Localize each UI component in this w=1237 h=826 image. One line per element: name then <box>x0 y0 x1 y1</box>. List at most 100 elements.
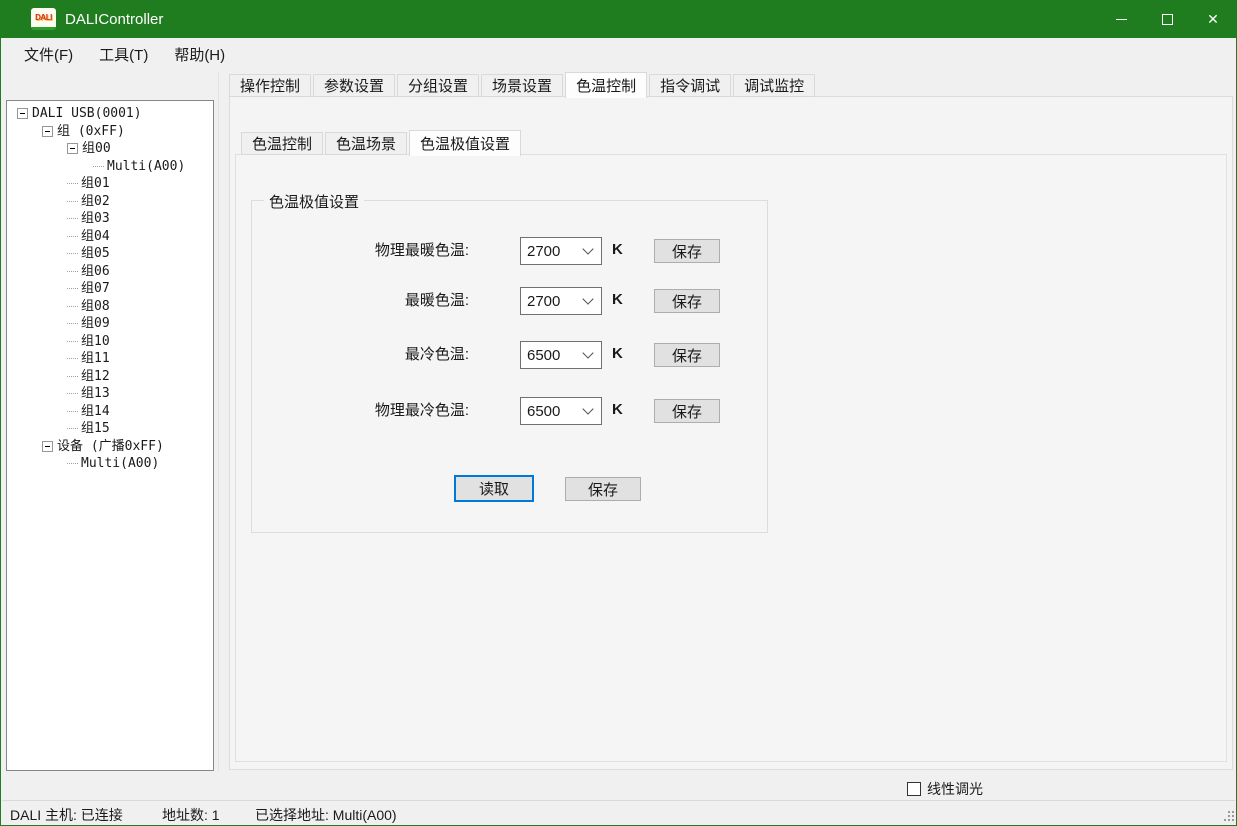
tree-branch-line <box>93 166 104 167</box>
close-icon: ✕ <box>1207 12 1219 26</box>
tree-branch-line <box>67 341 78 342</box>
resize-grip-icon[interactable] <box>1228 811 1230 813</box>
combo-value: 6500 <box>521 347 584 364</box>
chevron-down-icon <box>582 403 593 414</box>
tree-node-group12[interactable]: 组12 <box>7 368 213 386</box>
tree-branch-line <box>67 288 78 289</box>
tree-branch-line <box>67 428 78 429</box>
maximize-button[interactable] <box>1144 0 1190 38</box>
tree-branch-line <box>67 218 78 219</box>
tree-node-group11[interactable]: 组11 <box>7 350 213 368</box>
tree-branch-line <box>67 271 78 272</box>
tree-branch-line <box>67 393 78 394</box>
tree-node-group07[interactable]: 组07 <box>7 280 213 298</box>
subtab-ct-limits[interactable]: 色温极值设置 <box>409 130 521 156</box>
chevron-down-icon <box>582 243 593 254</box>
linear-dimming-group: 线性调光 <box>907 779 983 799</box>
tree-branch-line <box>67 463 78 464</box>
tree-node-root[interactable]: DALI USB(0001) <box>7 105 213 123</box>
collapse-icon[interactable] <box>67 143 78 154</box>
tree-branch-line <box>67 376 78 377</box>
coolest-combo[interactable]: 6500 <box>520 341 602 369</box>
save-button[interactable]: 保存 <box>654 399 720 423</box>
tree-node-group03[interactable]: 组03 <box>7 210 213 228</box>
app-icon: DALI <box>31 8 56 30</box>
physical-coolest-combo[interactable]: 6500 <box>520 397 602 425</box>
maximize-icon <box>1162 14 1173 25</box>
warmest-combo[interactable]: 2700 <box>520 287 602 315</box>
tree-node-group04[interactable]: 组04 <box>7 228 213 246</box>
unit-label: K <box>612 397 623 425</box>
save-button[interactable]: 保存 <box>654 239 720 263</box>
tree-branch-line <box>67 411 78 412</box>
menu-file[interactable]: 文件(F) <box>11 39 86 70</box>
tree-branch-line <box>67 358 78 359</box>
tree-branch-line <box>67 236 78 237</box>
read-button[interactable]: 读取 <box>454 475 534 502</box>
titlebar: DALI DALIController ✕ <box>1 0 1236 38</box>
tree-branch-line <box>67 306 78 307</box>
tab-grouping-settings[interactable]: 分组设置 <box>397 74 479 97</box>
menubar: 文件(F) 工具(T) 帮助(H) <box>2 38 1235 70</box>
tree-branch-line <box>67 183 78 184</box>
tree-node-device-multi[interactable]: Multi(A00) <box>7 455 213 473</box>
ct-limits-groupbox: 色温极值设置 物理最暖色温: 2700 K 保存 最暖色温: 2700 K 保存… <box>251 200 768 533</box>
tree-node-device-broadcast[interactable]: 设备 (广播0xFF) <box>7 438 213 456</box>
tab-operation-control[interactable]: 操作控制 <box>229 74 311 97</box>
main-tabstrip: 操作控制 参数设置 分组设置 场景设置 色温控制 指令调试 调试监控 <box>229 72 817 97</box>
menu-tools[interactable]: 工具(T) <box>86 39 161 70</box>
footer-strip: 线性调光 <box>2 771 1235 800</box>
tree-node-multi[interactable]: Multi(A00) <box>7 158 213 176</box>
save-button[interactable]: 保存 <box>654 343 720 367</box>
status-host-connection: DALI 主机: 已连接 <box>10 805 123 825</box>
linear-dimming-label: 线性调光 <box>927 779 983 799</box>
minimize-button[interactable] <box>1098 0 1144 38</box>
tree-node-group02[interactable]: 组02 <box>7 193 213 211</box>
tree-node-group13[interactable]: 组13 <box>7 385 213 403</box>
tree-node-group-parent[interactable]: 组 (0xFF) <box>7 123 213 141</box>
minimize-icon <box>1116 19 1127 20</box>
collapse-icon[interactable] <box>42 441 53 452</box>
menu-help[interactable]: 帮助(H) <box>161 39 238 70</box>
unit-label: K <box>612 287 623 315</box>
window-title: DALIController <box>65 0 163 38</box>
tree-node-group00[interactable]: 组00 <box>7 140 213 158</box>
tree-node-group14[interactable]: 组14 <box>7 403 213 421</box>
tree-branch-line <box>67 253 78 254</box>
tree-branch-line <box>67 201 78 202</box>
tree-node-group10[interactable]: 组10 <box>7 333 213 351</box>
tab-color-temperature-control[interactable]: 色温控制 <box>565 72 647 98</box>
groupbox-title: 色温极值设置 <box>264 191 364 212</box>
tree-node-group15[interactable]: 组15 <box>7 420 213 438</box>
tree-node-group05[interactable]: 组05 <box>7 245 213 263</box>
chevron-down-icon <box>582 347 593 358</box>
sub-tabstrip: 色温控制 色温场景 色温极值设置 <box>241 129 523 155</box>
subtab-ct-control[interactable]: 色温控制 <box>241 132 323 155</box>
statusbar: DALI 主机: 已连接 地址数: 1 已选择地址: Multi(A00) <box>2 800 1235 825</box>
tab-debug-monitor[interactable]: 调试监控 <box>733 74 815 97</box>
ct-row-physical-coolest: 物理最冷色温: 6500 K 保存 <box>252 397 767 425</box>
tree-node-group08[interactable]: 组08 <box>7 298 213 316</box>
ct-row-warmest: 最暖色温: 2700 K 保存 <box>252 287 767 315</box>
chevron-down-icon <box>582 293 593 304</box>
field-label: 物理最冷色温: <box>252 397 469 425</box>
tab-scene-settings[interactable]: 场景设置 <box>481 74 563 97</box>
collapse-icon[interactable] <box>42 126 53 137</box>
tree-node-group01[interactable]: 组01 <box>7 175 213 193</box>
physical-warmest-combo[interactable]: 2700 <box>520 237 602 265</box>
tab-parameter-settings[interactable]: 参数设置 <box>313 74 395 97</box>
device-tree: DALI USB(0001) 组 (0xFF) 组00 Multi(A00) 组… <box>6 100 214 771</box>
close-button[interactable]: ✕ <box>1190 0 1236 38</box>
save-all-button[interactable]: 保存 <box>565 477 641 501</box>
save-button[interactable]: 保存 <box>654 289 720 313</box>
field-label: 最冷色温: <box>252 341 469 369</box>
linear-dimming-checkbox[interactable] <box>907 782 921 796</box>
ct-row-coolest: 最冷色温: 6500 K 保存 <box>252 341 767 369</box>
subtab-ct-scene[interactable]: 色温场景 <box>325 132 407 155</box>
tab-command-debug[interactable]: 指令调试 <box>649 74 731 97</box>
tree-node-group06[interactable]: 组06 <box>7 263 213 281</box>
collapse-icon[interactable] <box>17 108 28 119</box>
tree-node-group09[interactable]: 组09 <box>7 315 213 333</box>
ct-row-physical-warmest: 物理最暖色温: 2700 K 保存 <box>252 237 767 265</box>
combo-value: 6500 <box>521 403 584 420</box>
